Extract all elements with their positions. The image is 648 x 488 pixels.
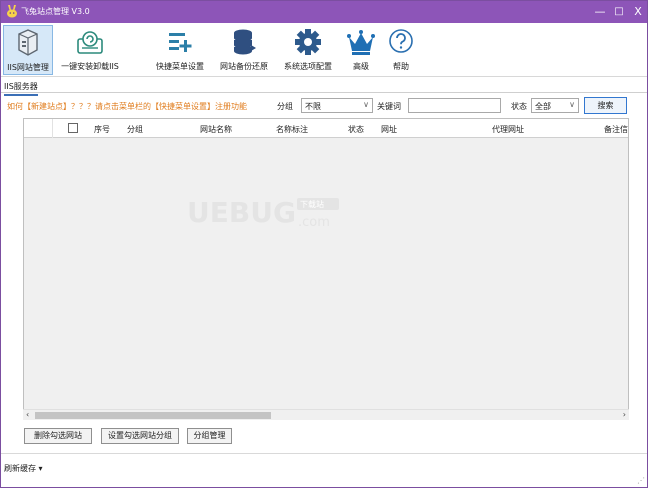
toolbar-label: 网站备份还原 (220, 62, 268, 71)
title-bar[interactable]: 飞兔站点管理 V3.0 — □ X (1, 1, 647, 23)
column-header-remark[interactable]: 备注信息 (604, 124, 628, 135)
keyword-input[interactable] (408, 98, 501, 113)
group-filter-select[interactable]: 不限 ∨ (301, 98, 373, 113)
watermark-suffix: .com (298, 215, 330, 230)
toolbar-site-backup[interactable]: 网站备份还原 (215, 25, 273, 75)
status-filter-label: 状态 (511, 102, 527, 111)
scroll-left-icon[interactable]: ‹ (26, 410, 29, 419)
column-header-group[interactable]: 分组 (127, 124, 143, 135)
toolbar-label: 一键安装卸载IIS (61, 62, 119, 71)
crown-icon (347, 30, 375, 55)
scrollbar-thumb[interactable] (35, 412, 271, 419)
column-header-proxy-url[interactable]: 代理网址 (492, 124, 524, 135)
column-header-site-name[interactable]: 网站名称 (200, 124, 232, 135)
rabbit-logo-icon (7, 5, 17, 18)
column-header-index[interactable]: 序号 (94, 124, 110, 135)
toolbar-install-iis[interactable]: 一键安装卸载IIS (53, 25, 127, 75)
help-icon (389, 29, 413, 53)
status-bar: 刷新缓存 ▾ ⋰ (1, 453, 647, 487)
chevron-down-icon: ∨ (569, 100, 575, 109)
chevron-down-icon: ∨ (363, 100, 369, 109)
toolbar-shortcut-menu[interactable]: 快捷菜单设置 (149, 25, 211, 75)
column-divider (52, 119, 53, 138)
toolbar-label: 系统选项配置 (284, 62, 332, 71)
tab-iis-server[interactable]: IIS服务器 (4, 81, 38, 96)
toolbar-label: IIS网站管理 (7, 63, 49, 72)
keyword-label: 关键词 (377, 102, 401, 111)
main-toolbar: IIS网站管理 一键安装卸载IIS 快捷菜单设置 网站备份还原 系统选项配置 高… (1, 23, 647, 77)
group-filter-value: 不限 (305, 102, 321, 111)
gear-icon (295, 29, 321, 55)
group-filter-label: 分组 (277, 102, 293, 111)
set-selected-group-button[interactable]: 设置勾选网站分组 (101, 428, 179, 444)
watermark-text: UEBUG (187, 196, 296, 229)
status-filter-select[interactable]: 全部 ∨ (531, 98, 579, 113)
toolbar-advanced[interactable]: 高级 (344, 25, 378, 75)
window-title: 飞兔站点管理 V3.0 (21, 7, 90, 16)
toolbar-help[interactable]: 帮助 (384, 25, 418, 75)
resize-grip-icon[interactable]: ⋰ (637, 476, 645, 485)
site-table: 序号 分组 网站名称 名称标注 状态 网址 代理网址 备注信息 (23, 118, 629, 420)
watermark-badge: 下载站 (300, 199, 324, 209)
toolbar-iis-site-manage[interactable]: IIS网站管理 (3, 25, 53, 75)
tab-divider (1, 92, 647, 93)
delete-selected-sites-button[interactable]: 删除勾选网站 (24, 428, 92, 444)
horizontal-scrollbar[interactable]: ‹ › (23, 409, 629, 420)
install-icon (77, 31, 103, 54)
scroll-right-icon[interactable]: › (623, 410, 626, 419)
column-header-name-note[interactable]: 名称标注 (276, 124, 308, 135)
database-icon (234, 29, 256, 55)
toolbar-label: 帮助 (393, 62, 409, 71)
close-button[interactable]: X (629, 3, 647, 21)
search-button[interactable]: 搜索 (584, 97, 627, 114)
maximize-button[interactable]: □ (610, 3, 628, 21)
refresh-cache-dropdown[interactable]: 刷新缓存 ▾ (4, 463, 43, 474)
column-header-status[interactable]: 状态 (348, 124, 364, 135)
status-filter-value: 全部 (535, 102, 551, 111)
toolbar-system-options[interactable]: 系统选项配置 (279, 25, 337, 75)
uebug-watermark: UEBUG 下载站 .com (187, 196, 339, 230)
select-all-checkbox[interactable] (68, 123, 78, 133)
app-window: 飞兔站点管理 V3.0 — □ X IIS网站管理 一键安装卸载IIS 快捷菜单… (0, 0, 648, 488)
new-site-hint: 如何【新建站点】？？？请点击菜单栏的【快捷菜单设置】注册功能 (7, 102, 247, 111)
group-manage-button[interactable]: 分组管理 (187, 428, 232, 444)
table-header: 序号 分组 网站名称 名称标注 状态 网址 代理网址 备注信息 (24, 119, 628, 138)
toolbar-label: 高级 (353, 62, 369, 71)
column-header-url[interactable]: 网址 (381, 124, 397, 135)
menu-add-icon (169, 33, 192, 52)
server-icon (18, 29, 38, 56)
minimize-button[interactable]: — (591, 3, 609, 21)
toolbar-label: 快捷菜单设置 (156, 62, 204, 71)
